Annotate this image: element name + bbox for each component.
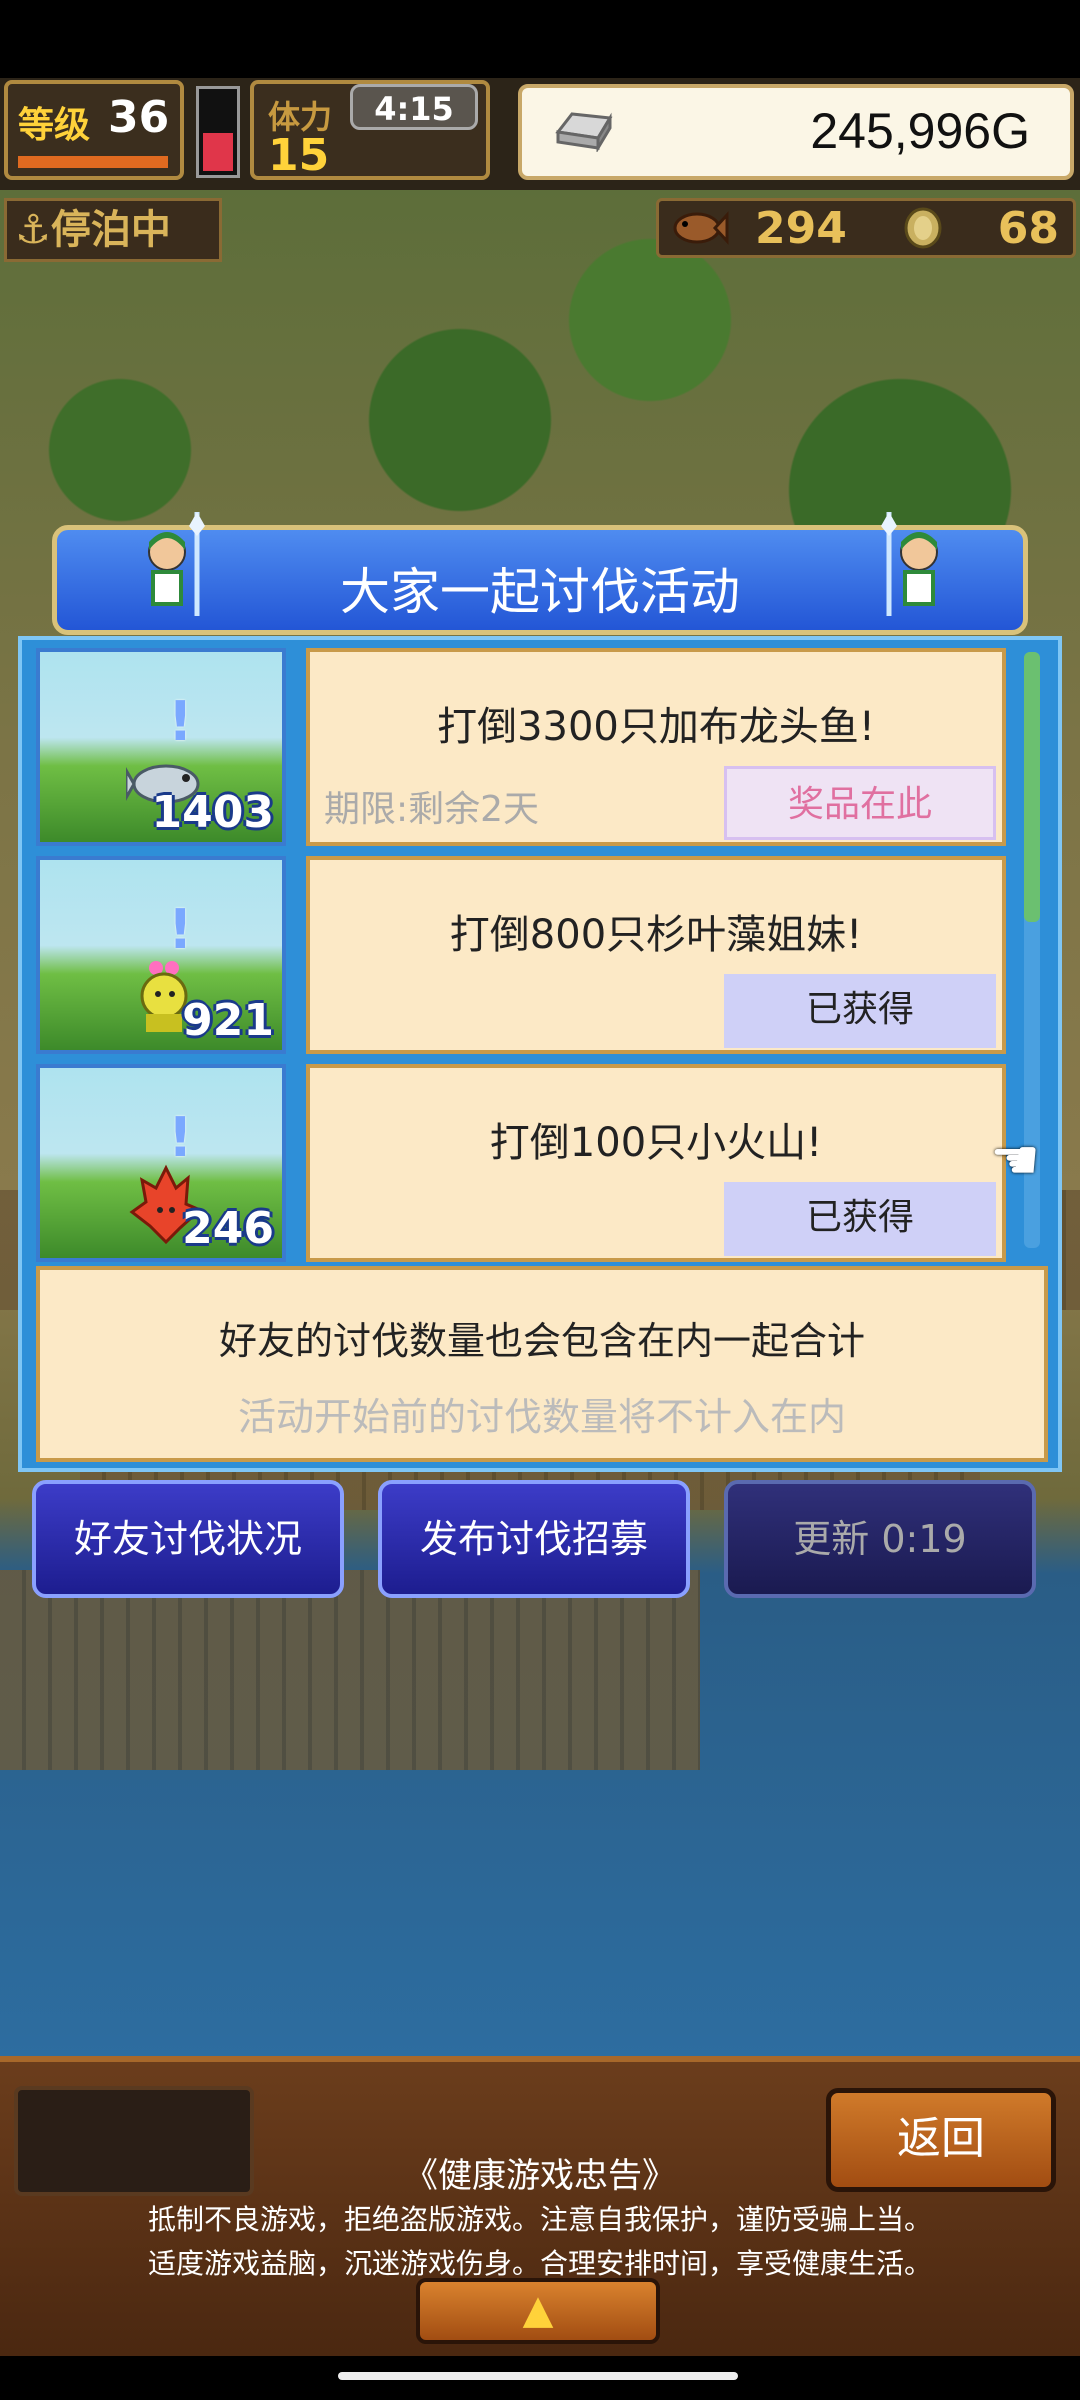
exclamation-icon: !	[168, 898, 193, 961]
event-row[interactable]: ! 1403 打倒3300只加布龙头鱼! 期限:剩余2天 奖品在此	[36, 648, 1036, 846]
resource-bar: 294 68	[656, 198, 1076, 258]
stamina-gauge	[196, 86, 240, 178]
event-card: 打倒100只小火山! 已获得	[306, 1064, 1006, 1262]
event-card: 打倒3300只加布龙头鱼! 期限:剩余2天 奖品在此	[306, 648, 1006, 846]
guide-character-right-icon	[881, 512, 938, 616]
medal-coin-icon	[904, 207, 942, 249]
defeat-count: 1403	[151, 787, 274, 838]
defeat-count: 246	[182, 1203, 274, 1254]
event-thumbnail: ! 246	[36, 1064, 286, 1262]
health-notice-title: 《健康游戏忠告》	[404, 2156, 676, 2196]
fish-count: 294	[755, 203, 847, 254]
level-box: 等级 36	[4, 80, 184, 180]
defeat-count: 921	[182, 995, 274, 1046]
obtained-button[interactable]: 已获得	[724, 1182, 996, 1256]
exclamation-icon: !	[168, 690, 193, 753]
docked-label: 停泊中	[50, 207, 171, 253]
event-thumbnail: ! 1403	[36, 648, 286, 846]
view-prize-button[interactable]: 奖品在此	[724, 766, 996, 840]
top-hud: 等级 36 体力 15 4:15 245,996G	[0, 78, 1080, 190]
money-box: 245,996G	[518, 84, 1074, 180]
health-notice-line-2: 适度游戏益脑，沉迷游戏伤身。合理安排时间，享受健康生活。	[147, 2247, 932, 2280]
event-title-banner: 大家一起讨伐活动	[52, 512, 1028, 635]
event-card: 打倒800只杉叶藻姐妹! 已获得	[306, 856, 1006, 1054]
footer-bar: 返回 《健康游戏忠告》 抵制不良游戏，拒绝盗版游戏。注意自我保护，谨防受骗上当。…	[0, 2056, 1080, 2362]
expand-up-button[interactable]: ▲	[416, 2278, 660, 2344]
stamina-value: 15	[268, 130, 330, 181]
level-value: 36	[108, 92, 170, 143]
coin-count: 68	[997, 203, 1059, 254]
event-row[interactable]: ! 246 打倒100只小火山! 已获得	[36, 1064, 1036, 1262]
event-title: 打倒100只小火山!	[489, 1120, 823, 1166]
event-title: 打倒800只杉叶藻姐妹!	[449, 912, 863, 958]
game-clock: 4:15	[350, 84, 478, 130]
event-thumbnail: ! 921	[36, 856, 286, 1054]
level-label: 等级	[18, 105, 91, 146]
home-indicator[interactable]	[338, 2372, 738, 2380]
exclamation-icon: !	[168, 1106, 193, 1169]
event-title: 打倒3300只加布龙头鱼!	[437, 704, 875, 750]
friend-status-button[interactable]: 好友讨伐状况	[32, 1480, 344, 1598]
info-line-secondary: 活动开始前的讨伐数量将不计入在内	[237, 1395, 846, 1439]
health-notice-line-1: 抵制不良游戏，拒绝盗版游戏。注意自我保护，谨防受骗上当。	[147, 2203, 932, 2236]
anchor-icon: ⚓	[15, 207, 51, 253]
info-box: 好友的讨伐数量也会包含在内一起合计 活动开始前的讨伐数量将不计入在内	[36, 1266, 1048, 1462]
info-line-primary: 好友的讨伐数量也会包含在内一起合计	[218, 1319, 865, 1363]
obtained-button[interactable]: 已获得	[724, 974, 996, 1048]
refresh-button[interactable]: 更新 0:19	[724, 1480, 1036, 1598]
money-value: 245,996G	[810, 103, 1030, 159]
scrollbar-thumb[interactable]	[1024, 652, 1040, 922]
event-panel: ! 1403 打倒3300只加布龙头鱼! 期限:剩余2天 奖品在此 ! 921	[18, 636, 1062, 1472]
event-row[interactable]: ! 921 打倒800只杉叶藻姐妹! 已获得	[36, 856, 1036, 1054]
stamina-gauge-fill	[203, 133, 233, 171]
docked-status: ⚓停泊中	[4, 198, 222, 262]
experience-bar	[18, 156, 168, 168]
event-deadline: 期限:剩余2天	[324, 789, 540, 830]
fish-icon	[673, 211, 729, 245]
pointing-hand-icon: ☚	[990, 1128, 1041, 1193]
post-recruit-button[interactable]: 发布讨伐招募	[378, 1480, 690, 1598]
silver-ingot-icon	[555, 112, 613, 152]
